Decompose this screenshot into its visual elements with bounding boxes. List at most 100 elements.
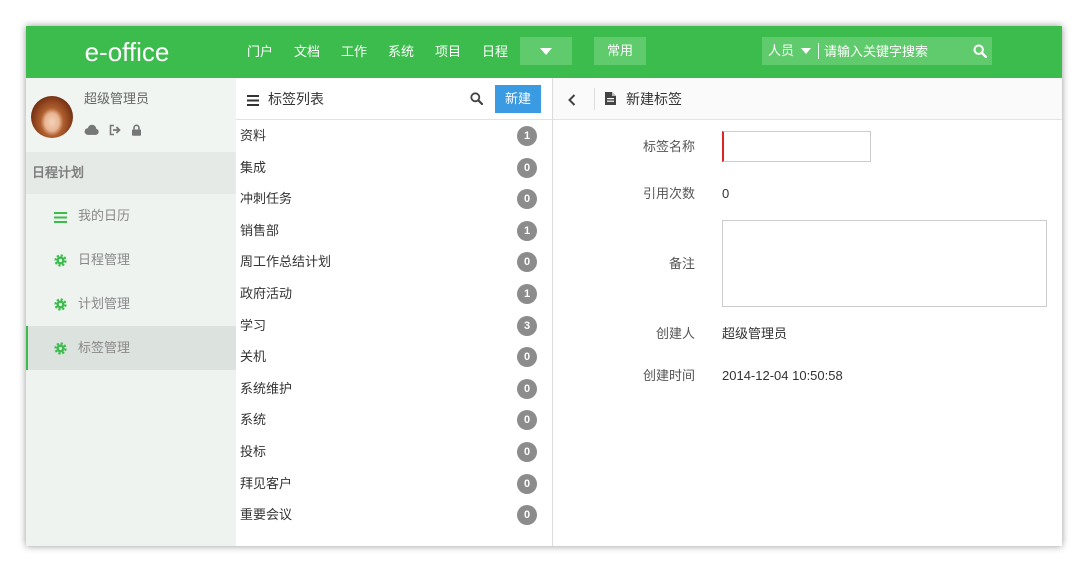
tag-list-item[interactable]: 集成 0 <box>236 152 552 184</box>
sidebar-item-tag-manage[interactable]: 标签管理 <box>26 326 236 370</box>
gear-icon <box>54 342 67 355</box>
nav-item-schedule[interactable]: 日程 <box>482 26 514 78</box>
tag-name: 学习 <box>240 317 267 333</box>
tag-count-badge: 0 <box>517 473 537 494</box>
tag-name: 政府活动 <box>240 285 293 301</box>
tag-name: 资料 <box>240 128 267 143</box>
sidebar-item-schedule-manage[interactable]: 日程管理 <box>26 238 236 282</box>
tag-count-badge: 0 <box>517 252 537 273</box>
sidebar-item-label: 日程管理 <box>78 252 131 267</box>
tag-name: 冲刺任务 <box>240 191 293 207</box>
tag-list-item[interactable]: 冲刺任务 0 <box>236 183 552 215</box>
nav-item-documents[interactable]: 文档 <box>294 26 341 78</box>
tag-count-badge: 0 <box>517 410 537 431</box>
nav-item-portal[interactable]: 门户 <box>247 26 294 78</box>
cloud-icon[interactable] <box>84 123 99 137</box>
global-search: 人员 <box>762 37 992 65</box>
ref-count-label: 引用次数 <box>642 186 695 201</box>
user-actions <box>84 123 164 137</box>
tag-name: 关机 <box>240 349 267 365</box>
tag-name: 系统 <box>240 412 267 428</box>
sidebar-item-label: 标签管理 <box>78 340 131 355</box>
tag-count-badge: 0 <box>517 505 537 526</box>
tag-count-badge: 0 <box>517 378 537 399</box>
tag-list-item[interactable]: 系统维护 0 <box>236 373 552 405</box>
tag-list-item[interactable]: 系统 0 <box>236 404 552 436</box>
sidebar: 超级管理员 日程计划 我的日历 日程管理 计划管理 标签管理 <box>26 78 236 546</box>
search-scope-label: 人员 <box>768 43 795 58</box>
creator-value: 超级管理员 <box>722 326 788 341</box>
search-icon[interactable] <box>470 92 484 106</box>
caret-down-icon <box>540 48 552 55</box>
tag-count-badge: 0 <box>517 441 537 462</box>
menu-icon[interactable] <box>247 93 259 106</box>
logo: e-office <box>84 37 170 67</box>
tag-list-panel: 标签列表 新建 资料 1 集成 0 冲刺任务 0 销售部 1 周工作总结计划 0 政府活动… <box>236 78 552 546</box>
new-tag-button[interactable]: 新建 <box>495 85 541 113</box>
user-name: 超级管理员 <box>84 91 150 106</box>
sidebar-item-plan-manage[interactable]: 计划管理 <box>26 282 236 326</box>
nav-item-project[interactable]: 项目 <box>435 26 482 78</box>
top-bar: e-office 门户 文档 工作 系统 项目 日程 常用 人员 <box>26 26 1062 78</box>
tag-name: 重要会议 <box>240 507 293 523</box>
tag-name: 销售部 <box>240 222 280 238</box>
created-time-label: 创建时间 <box>642 368 695 383</box>
tag-list-item[interactable]: 重要会议 0 <box>236 499 552 531</box>
sidebar-item-label: 我的日历 <box>78 208 131 223</box>
tag-name: 集成 <box>240 159 267 175</box>
note-textarea[interactable] <box>722 220 1047 307</box>
lock-icon[interactable] <box>131 123 142 137</box>
note-label: 备注 <box>668 256 695 271</box>
app-window: e-office 门户 文档 工作 系统 项目 日程 常用 人员 请输入关键字搜… <box>26 26 1062 546</box>
tag-count-badge: 0 <box>517 157 537 178</box>
search-input[interactable] <box>824 37 969 65</box>
tag-list-item[interactable]: 周工作总结计划 0 <box>236 246 552 278</box>
tag-count-badge: 1 <box>517 283 537 304</box>
list-icon <box>54 210 67 223</box>
tag-list-item[interactable]: 销售部 1 <box>236 215 552 247</box>
nav-more-button[interactable] <box>520 37 572 65</box>
search-divider <box>818 43 819 59</box>
nav-item-work[interactable]: 工作 <box>341 26 388 78</box>
tag-name: 投标 <box>240 443 267 459</box>
sidebar-item-label: 计划管理 <box>78 296 131 311</box>
tag-list: 资料 1 集成 0 冲刺任务 0 销售部 1 周工作总结计划 0 政府活动 1 学习 3 关机… <box>236 120 552 531</box>
tag-name-input[interactable] <box>722 131 871 162</box>
gear-icon <box>54 298 67 311</box>
sign-out-icon[interactable] <box>109 123 121 137</box>
avatar <box>31 96 73 138</box>
tag-list-item[interactable]: 投标 0 <box>236 436 552 468</box>
tag-list-item[interactable]: 资料 1 <box>236 120 552 152</box>
tag-count-badge: 1 <box>517 126 537 146</box>
tag-list-item[interactable]: 学习 3 <box>236 310 552 342</box>
user-panel: 超级管理员 <box>26 78 236 152</box>
tag-name: 周工作总结计划 <box>240 254 332 270</box>
tag-list-item[interactable]: 拜见客户 0 <box>236 468 552 500</box>
tag-list-item[interactable]: 关机 0 <box>236 341 552 373</box>
tag-count-badge: 0 <box>517 189 537 210</box>
tag-list-header: 标签列表 新建 <box>236 78 552 120</box>
common-button[interactable]: 常用 <box>594 37 646 65</box>
tag-list-item[interactable]: 政府活动 1 <box>236 278 552 310</box>
detail-title: 新建标签 <box>626 91 682 107</box>
tag-count-badge: 0 <box>517 347 537 368</box>
gear-icon <box>54 254 67 267</box>
search-scope-dropdown[interactable]: 人员 <box>762 37 816 65</box>
header-divider <box>594 88 595 110</box>
caret-down-icon <box>801 48 811 54</box>
creator-label: 创建人 <box>655 326 695 341</box>
ref-count-value: 0 <box>722 186 730 201</box>
created-time-value: 2014-12-04 10:50:58 <box>722 368 843 383</box>
tag-detail-panel: 新建标签 标签名称 引用次数 0 备注 创建人 超级管理员 创建时间 2014-… <box>552 78 1062 546</box>
main-nav: 门户 文档 工作 系统 项目 日程 <box>247 26 514 78</box>
sidebar-item-my-calendar[interactable]: 我的日历 <box>26 194 236 238</box>
search-icon[interactable] <box>973 44 988 59</box>
tag-name: 拜见客户 <box>240 475 293 491</box>
nav-item-system[interactable]: 系统 <box>388 26 435 78</box>
tag-list-title: 标签列表 <box>268 91 324 107</box>
tag-name-label: 标签名称 <box>642 139 695 154</box>
tag-name: 系统维护 <box>240 380 293 396</box>
chevron-left-icon[interactable] <box>568 93 576 106</box>
document-icon <box>605 92 616 105</box>
tag-count-badge: 3 <box>517 315 537 336</box>
